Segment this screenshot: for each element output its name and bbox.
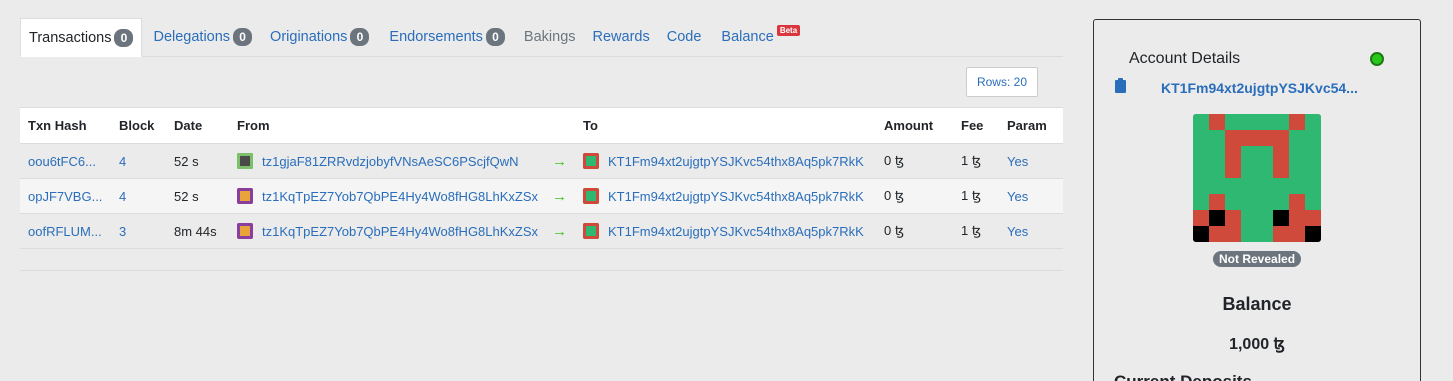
col-header-amount[interactable]: Amount xyxy=(876,107,953,144)
txn-hash-link[interactable]: oou6tFC6... xyxy=(28,154,96,169)
fee-cell: 1 ꜩ xyxy=(953,178,999,214)
reveal-status-badge: Not Revealed xyxy=(1213,251,1302,267)
date-cell: 52 s xyxy=(166,178,229,214)
fee-cell: 1 ꜩ xyxy=(953,143,999,179)
txn-hash-link[interactable]: oofRFLUM... xyxy=(28,224,102,239)
table-row: oou6tFC6... 4 52 s tz1gjaF81ZRRvdzjobyfV… xyxy=(20,143,1063,179)
address-avatar-icon xyxy=(583,188,599,204)
col-header-fee[interactable]: Fee xyxy=(953,107,999,144)
panel-title: Account Details xyxy=(1129,50,1241,67)
to-address-link[interactable]: KT1Fm94xt2ujgtpYSJKvc54thx8Aq5pk7RkK xyxy=(608,224,864,239)
address-avatar-icon xyxy=(237,153,253,169)
tab-label: Transactions xyxy=(29,29,112,46)
col-header-block[interactable]: Block xyxy=(111,107,166,144)
tab-label: Rewards xyxy=(592,29,650,45)
account-identicon xyxy=(1193,114,1321,242)
tab-bar: Transactions 0 Delegations 0 Origination… xyxy=(20,18,1063,57)
from-address-link[interactable]: tz1KqTpEZ7Yob7QbPE4Hy4Wo8fHG8LhKxZSx xyxy=(262,189,538,204)
main-content: Transactions 0 Delegations 0 Origination… xyxy=(20,18,1063,271)
balance-value: 1,000 ꜩ xyxy=(1229,336,1285,353)
current-deposits-label: Current Deposits xyxy=(1114,372,1252,381)
address-avatar-icon xyxy=(583,153,599,169)
tab-label: Balance xyxy=(721,29,774,45)
account-details-panel: Account Details KT1Fm94xt2ujgtpYSJKvc54.… xyxy=(1093,19,1421,381)
table-row: opJF7VBG... 4 52 s tz1KqTpEZ7Yob7QbPE4Hy… xyxy=(20,178,1063,214)
arrow-right-icon: → xyxy=(552,152,567,170)
tab-balance[interactable]: Balance Beta xyxy=(713,18,808,56)
tab-rewards[interactable]: Rewards xyxy=(585,18,658,56)
tab-bakings[interactable]: Bakings xyxy=(516,18,584,56)
col-header-param[interactable]: Param xyxy=(999,107,1063,144)
count-badge: 0 xyxy=(350,28,370,46)
to-address-link[interactable]: KT1Fm94xt2ujgtpYSJKvc54thx8Aq5pk7RkK xyxy=(608,189,864,204)
block-link[interactable]: 4 xyxy=(119,154,126,169)
col-header-to[interactable]: To xyxy=(575,107,876,144)
from-address-link[interactable]: tz1KqTpEZ7Yob7QbPE4Hy4Wo8fHG8LhKxZSx xyxy=(262,224,538,239)
tab-delegations[interactable]: Delegations 0 xyxy=(145,18,260,56)
clipboard-icon[interactable] xyxy=(1115,78,1126,93)
date-cell: 52 s xyxy=(166,143,229,179)
date-cell: 8m 44s xyxy=(166,213,229,249)
account-address-link[interactable]: KT1Fm94xt2ujgtpYSJKvc54... xyxy=(1161,80,1358,96)
balance-label: Balance xyxy=(1222,294,1292,314)
tab-label: Bakings xyxy=(523,29,576,45)
count-badge: 0 xyxy=(233,28,253,46)
address-avatar-icon xyxy=(237,223,253,239)
rows-per-page-button[interactable]: Rows: 20 xyxy=(965,67,1038,97)
tab-code[interactable]: Code xyxy=(659,18,710,56)
address-avatar-icon xyxy=(583,223,599,239)
table-toolbar: Rows: 20 xyxy=(20,57,1063,107)
tab-originations[interactable]: Originations 0 xyxy=(262,18,377,56)
amount-cell: 0 ꜩ xyxy=(876,143,953,179)
param-link[interactable]: Yes xyxy=(1007,224,1028,239)
status-indicator-icon xyxy=(1370,52,1384,66)
tab-label: Endorsements xyxy=(389,29,483,45)
tab-endorsements[interactable]: Endorsements 0 xyxy=(381,18,513,56)
count-badge: 0 xyxy=(114,28,134,47)
table-row: oofRFLUM... 3 8m 44s tz1KqTpEZ7Yob7QbPE4… xyxy=(20,213,1063,249)
table-header-row: Txn Hash Block Date From To Amount Fee P… xyxy=(20,107,1063,144)
transactions-table: Txn Hash Block Date From To Amount Fee P… xyxy=(20,107,1063,271)
table-footer-row xyxy=(20,248,1063,271)
amount-cell: 0 ꜩ xyxy=(876,213,953,249)
fee-cell: 1 ꜩ xyxy=(953,213,999,249)
beta-badge: Beta xyxy=(776,24,801,36)
col-header-from[interactable]: From xyxy=(229,107,575,144)
to-address-link[interactable]: KT1Fm94xt2ujgtpYSJKvc54thx8Aq5pk7RkK xyxy=(608,154,864,169)
tab-label: Originations xyxy=(270,29,348,45)
count-badge: 0 xyxy=(485,28,505,46)
param-link[interactable]: Yes xyxy=(1007,189,1028,204)
block-link[interactable]: 4 xyxy=(119,189,126,204)
tab-label: Delegations xyxy=(153,29,231,45)
block-link[interactable]: 3 xyxy=(119,224,126,239)
param-link[interactable]: Yes xyxy=(1007,154,1028,169)
arrow-right-icon: → xyxy=(552,187,567,205)
tab-transactions[interactable]: Transactions 0 xyxy=(20,18,143,57)
amount-cell: 0 ꜩ xyxy=(876,178,953,214)
tab-label: Code xyxy=(666,29,702,45)
from-address-link[interactable]: tz1gjaF81ZRRvdzjobyfVNsAeSC6PScjfQwN xyxy=(262,154,518,169)
col-header-date[interactable]: Date xyxy=(166,107,229,144)
txn-hash-link[interactable]: opJF7VBG... xyxy=(28,189,102,204)
arrow-right-icon: → xyxy=(552,222,567,240)
col-header-hash[interactable]: Txn Hash xyxy=(20,107,111,144)
address-avatar-icon xyxy=(237,188,253,204)
